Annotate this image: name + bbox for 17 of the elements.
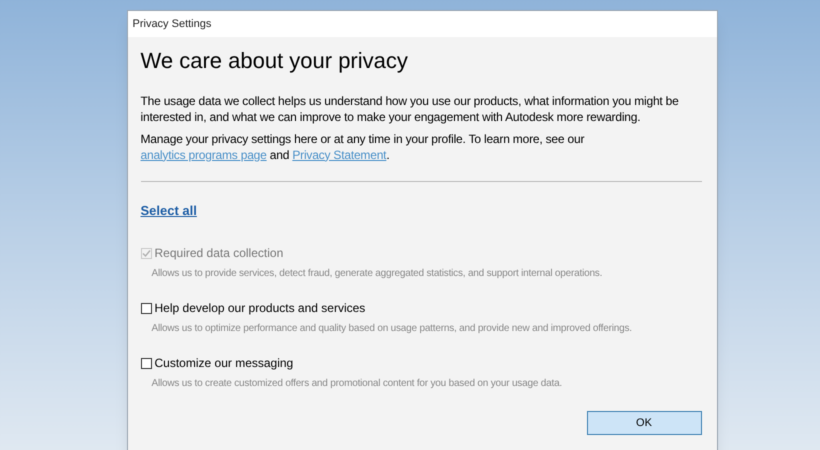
checkbox[interactable]	[140, 302, 152, 314]
analytics-link[interactable]: analytics programs page	[140, 148, 267, 162]
checkmark-icon	[142, 248, 150, 258]
option-description: Allows us to provide services, detect fraud, generate aggregated statistics, and support internal operations.	[152, 267, 604, 281]
manage-paragraph: Manage your privacy settings here or at any time in your profile. To learn more, see our analytics programs page and Privacy Statement.	[140, 130, 586, 162]
window-title: Privacy Settings	[132, 16, 212, 32]
option-label: Required data collection	[154, 245, 284, 262]
option-description: Allows us to create customized offers and promotional content for you based on your usage data.	[152, 377, 564, 391]
checkbox[interactable]	[140, 358, 152, 368]
dialog-heading: We care about your privacy	[140, 47, 409, 74]
option-label: Help develop our products and services	[154, 300, 366, 317]
ok-button[interactable]: OK	[586, 411, 702, 435]
option-label: Customize our messaging	[154, 355, 294, 372]
intro-paragraph: The usage data we collect helps us understand how you use our products, what information you might be interested in, and what we can improve to make your engagement with Autodesk more rewarding.	[140, 92, 680, 124]
privacy-statement-link[interactable]: Privacy Statement	[292, 148, 386, 162]
option-description: Allows us to optimize performance and quality based on usage patterns, and provide new and improved offerings.	[152, 322, 633, 336]
select-all-link[interactable]: Select all	[140, 200, 197, 220]
